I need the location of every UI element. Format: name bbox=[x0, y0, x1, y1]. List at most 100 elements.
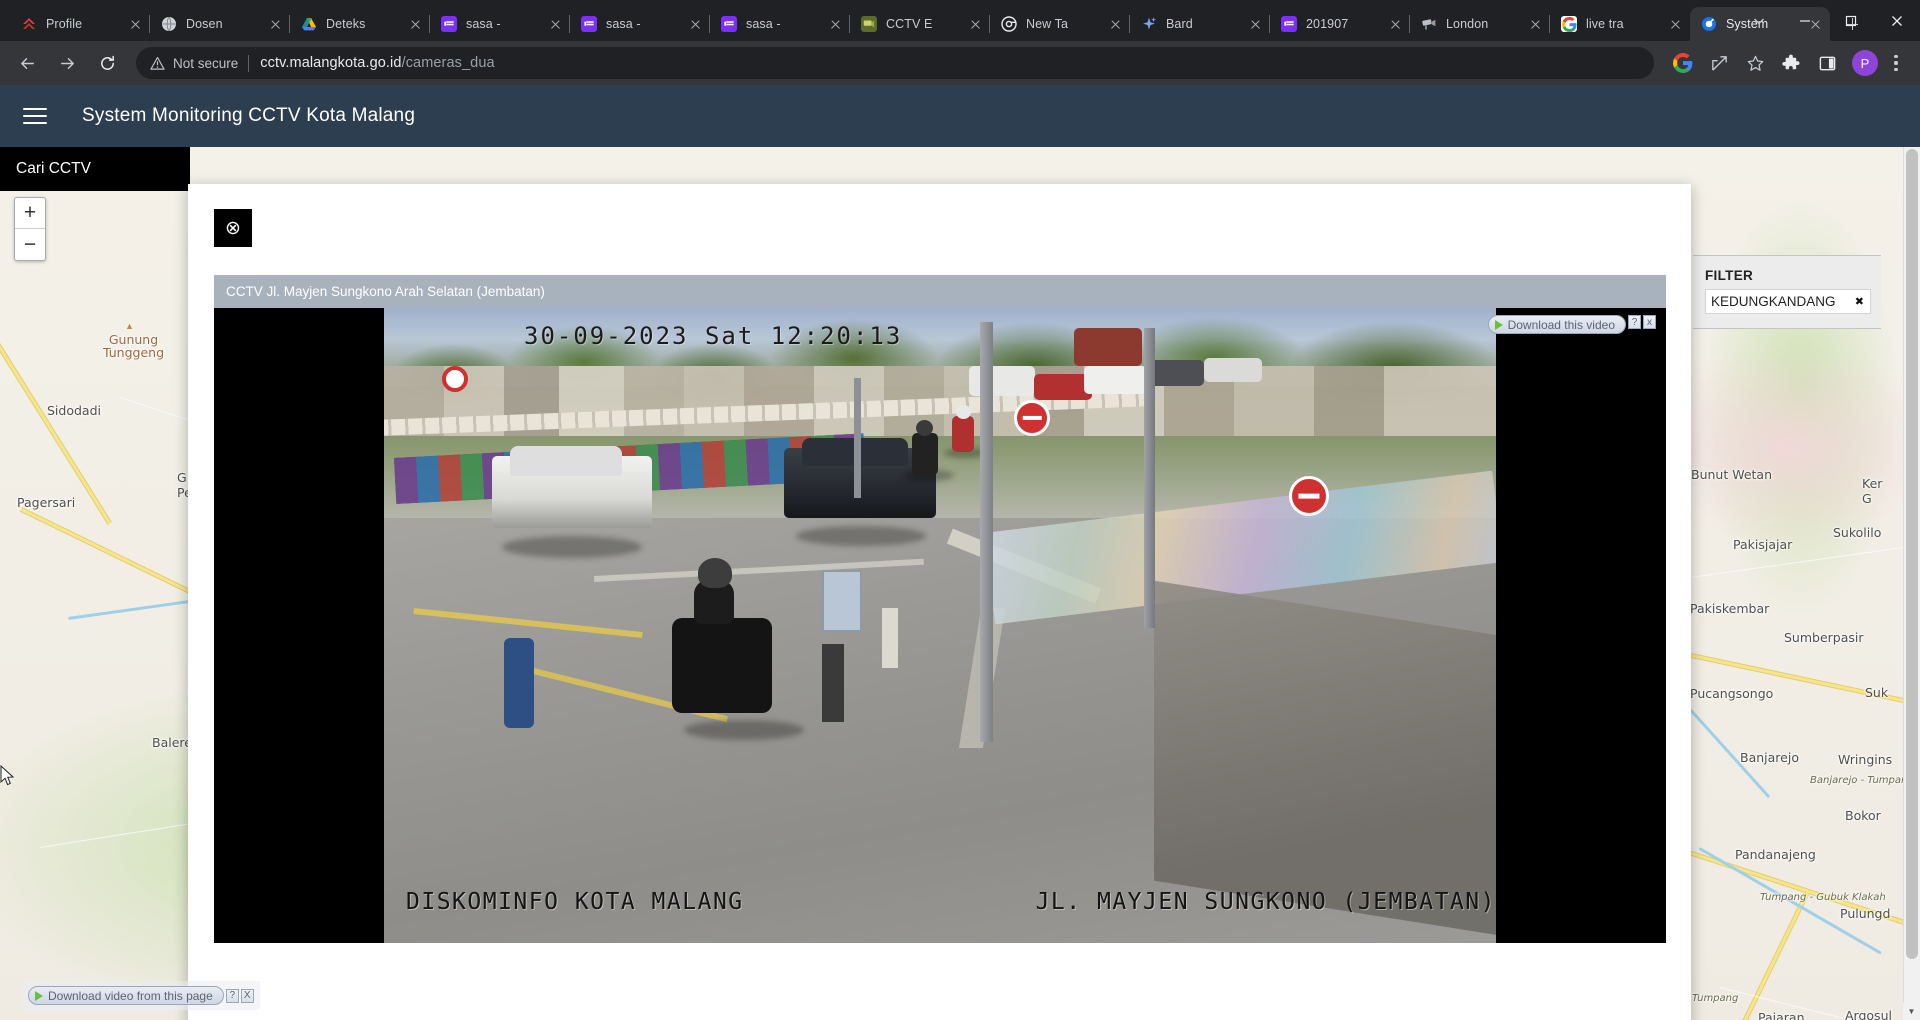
search-cctv-panel[interactable]: Cari CCTV bbox=[0, 147, 190, 191]
video-pole bbox=[854, 378, 861, 498]
tab-close-icon[interactable] bbox=[967, 16, 984, 33]
chevron-red-icon bbox=[21, 16, 37, 32]
bard-sparkle-icon bbox=[1141, 16, 1157, 32]
bookmark-star-icon[interactable] bbox=[1740, 48, 1770, 78]
map-label: Sidodadi bbox=[47, 403, 101, 418]
video-container: CCTV Jl. Mayjen Sungkono Arah Selatan (J… bbox=[214, 275, 1666, 943]
download-help-button[interactable]: ? bbox=[1628, 315, 1641, 329]
video-timestamp: 30-09-2023 Sat 12:20:13 bbox=[524, 322, 903, 350]
video-shadow bbox=[502, 536, 642, 558]
page-vertical-scrollbar[interactable]: ▲ ▼ bbox=[1903, 147, 1920, 1020]
profile-avatar[interactable]: P bbox=[1852, 50, 1878, 76]
address-bar[interactable]: Not secure cctv.malangkota.go.id/cameras… bbox=[136, 47, 1654, 79]
tab-close-icon[interactable] bbox=[127, 16, 144, 33]
browser-tab[interactable]: London bbox=[1410, 7, 1550, 41]
tab-close-icon[interactable] bbox=[1387, 16, 1404, 33]
browser-tab[interactable]: Profile bbox=[10, 7, 150, 41]
google-drive-icon bbox=[301, 16, 317, 32]
map-zoom-controls[interactable]: + − bbox=[14, 197, 46, 261]
side-panel-icon[interactable] bbox=[1812, 48, 1842, 78]
video-bollard bbox=[822, 644, 844, 722]
forward-arrow-icon[interactable] bbox=[50, 46, 84, 80]
tab-close-icon[interactable] bbox=[267, 16, 284, 33]
zoom-out-button[interactable]: − bbox=[15, 229, 45, 260]
browser-tab[interactable]: Dosen bbox=[150, 7, 290, 41]
window-controls bbox=[1736, 0, 1920, 41]
video-shadow bbox=[684, 720, 804, 740]
video-lightpole bbox=[1144, 328, 1155, 628]
cctv-camera-icon bbox=[1421, 16, 1437, 32]
omnibox-divider bbox=[248, 54, 250, 72]
back-arrow-icon[interactable] bbox=[10, 46, 44, 80]
maximize-button[interactable] bbox=[1828, 0, 1874, 41]
map-label: Tumpang - Gubuk Klakah bbox=[1760, 892, 1886, 903]
share-icon[interactable] bbox=[1704, 48, 1734, 78]
browser-tab[interactable]: ≔ sasa - bbox=[710, 7, 850, 41]
video-car-roof bbox=[510, 446, 622, 476]
tab-close-icon[interactable] bbox=[407, 16, 424, 33]
map-label: Banjarejo - Tumpang bbox=[1810, 775, 1914, 786]
minimize-button[interactable] bbox=[1782, 0, 1828, 41]
map-label: Sumberpasir bbox=[1784, 630, 1864, 645]
video-rider-helmet bbox=[698, 558, 732, 588]
tab-close-icon[interactable] bbox=[1107, 16, 1124, 33]
tab-close-icon[interactable] bbox=[547, 16, 564, 33]
hamburger-menu-icon[interactable] bbox=[18, 99, 52, 133]
download-video-from-page-button[interactable]: Download video from this page bbox=[28, 986, 224, 1005]
zoom-in-button[interactable]: + bbox=[15, 198, 45, 229]
download-this-video-button[interactable]: Download this video bbox=[1487, 315, 1626, 334]
video-car-distant-white bbox=[1204, 358, 1262, 382]
browser-tab[interactable]: CCTV E bbox=[850, 7, 990, 41]
google-lens-icon[interactable] bbox=[1668, 48, 1698, 78]
extensions-puzzle-icon[interactable] bbox=[1776, 48, 1806, 78]
browser-tab[interactable]: New Ta bbox=[990, 7, 1130, 41]
close-window-button[interactable] bbox=[1874, 0, 1920, 41]
page-viewport: System Monitoring CCTV Kota Malang ▲ Gunu… bbox=[0, 85, 1920, 1020]
browser-menu-icon[interactable] bbox=[1882, 48, 1910, 78]
download-bar-help-button[interactable]: ? bbox=[225, 988, 239, 1003]
tab-close-icon[interactable] bbox=[827, 16, 844, 33]
scroll-corner-arrow-icon[interactable]: ▼ bbox=[1903, 1003, 1920, 1020]
video-no-entry-sign bbox=[1289, 476, 1329, 516]
video-truck-distant bbox=[1074, 328, 1142, 366]
browser-tab[interactable]: Bard bbox=[1130, 7, 1270, 41]
modal-close-button[interactable]: ⊗ bbox=[214, 209, 252, 247]
map-label: Balere bbox=[152, 735, 192, 750]
not-secure-warning-icon bbox=[150, 56, 165, 71]
browser-tab[interactable]: live tra bbox=[1550, 7, 1690, 41]
video-utility-box bbox=[822, 570, 862, 632]
mouse-cursor bbox=[0, 764, 16, 787]
browser-toolbar: Not secure cctv.malangkota.go.id/cameras… bbox=[0, 41, 1920, 85]
video-no-entry-sign bbox=[1014, 400, 1050, 436]
filter-label: FILTER bbox=[1705, 268, 1754, 283]
tab-close-icon[interactable] bbox=[687, 16, 704, 33]
reload-icon[interactable] bbox=[90, 46, 124, 80]
scrollbar-thumb[interactable] bbox=[1906, 149, 1918, 959]
tab-close-icon[interactable] bbox=[1667, 16, 1684, 33]
tab-title: live tra bbox=[1586, 17, 1624, 31]
map-label: Pucangsongo bbox=[1690, 686, 1774, 701]
map-label: Wringins bbox=[1838, 752, 1893, 767]
google-g-icon bbox=[1561, 16, 1577, 32]
browser-tab[interactable]: ≔ sasa - bbox=[430, 7, 570, 41]
video-motorbike bbox=[952, 416, 974, 452]
cctv-modal: ⊗ CCTV Jl. Mayjen Sungkono Arah Selatan … bbox=[188, 184, 1691, 1020]
tab-title: London bbox=[1446, 17, 1489, 31]
browser-tab[interactable]: ≔ 201907 bbox=[1270, 7, 1410, 41]
tab-close-icon[interactable] bbox=[1527, 16, 1544, 33]
filter-select[interactable]: KEDUNGKANDANG ✖ bbox=[1705, 289, 1871, 314]
browser-tab[interactable]: Deteks bbox=[290, 7, 430, 41]
video-rider-helmet bbox=[916, 420, 933, 436]
app-header: System Monitoring CCTV Kota Malang bbox=[0, 85, 1920, 147]
filter-panel: FILTER KEDUNGKANDANG ✖ bbox=[1693, 255, 1881, 329]
browser-tab[interactable]: ≔ sasa - bbox=[570, 7, 710, 41]
download-bar-close-button[interactable]: X bbox=[240, 988, 254, 1003]
tab-search-chevron-icon[interactable] bbox=[1736, 0, 1782, 41]
download-this-video-label: Download this video bbox=[1507, 317, 1615, 332]
tab-title: Deteks bbox=[326, 17, 366, 31]
chevron-down-icon: ✖ bbox=[1854, 296, 1864, 308]
download-close-button[interactable]: x bbox=[1643, 315, 1656, 329]
page-title: System Monitoring CCTV Kota Malang bbox=[82, 105, 416, 126]
video-frame[interactable]: 30-09-2023 Sat 12:20:13 DISKOMINFO KOTA … bbox=[214, 308, 1666, 943]
tab-close-icon[interactable] bbox=[1247, 16, 1264, 33]
